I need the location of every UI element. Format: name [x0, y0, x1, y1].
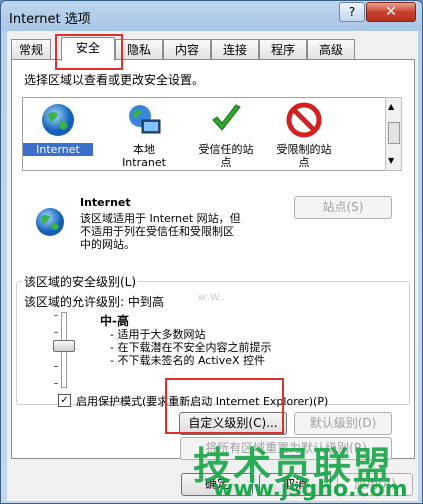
sites-button[interactable]: 站点(S) — [294, 196, 392, 219]
zone-restricted-sites[interactable]: 受限制的站 点 — [269, 102, 339, 169]
slider-tick — [54, 383, 58, 384]
globe-icon — [42, 104, 74, 136]
level-bullet: - 不下载未签名的 ActiveX 控件 — [110, 354, 266, 367]
level-description: - 适用于大多数网站 - 在下载潜在不安全内容之前提示 - 不下载未签名的 Ac… — [110, 328, 271, 367]
selected-zone-title: Internet — [80, 196, 131, 209]
zone-internet[interactable]: Internet — [23, 102, 93, 156]
level-bullet: - 适用于大多数网站 — [110, 328, 206, 341]
tab-advanced[interactable]: 高级 — [307, 39, 355, 60]
allowed-levels: 该区域的允许级别: 中到高 — [24, 295, 164, 309]
zone-label: 本地 Intranet — [122, 143, 166, 169]
help-button[interactable]: ? — [339, 2, 365, 22]
globe-icon — [36, 208, 64, 236]
internet-options-window: Internet 选项 ? ✕ 常规 安全 隐私 内容 连接 程序 高级 选择区… — [0, 0, 423, 504]
tab-content[interactable]: 内容 — [163, 39, 211, 60]
scroll-up-icon[interactable]: ▲ — [388, 102, 394, 111]
window-title: Internet 选项 — [9, 12, 91, 27]
tab-programs[interactable]: 程序 — [259, 39, 307, 60]
level-name: 中-高 — [100, 314, 129, 328]
zone-trusted-sites[interactable]: 受信任的站 点 — [191, 102, 261, 169]
zone-instruction: 选择区域以查看或更改安全设置。 — [24, 73, 205, 87]
level-bullet: - 在下载潜在不安全内容之前提示 — [110, 341, 272, 354]
watermark-url: www.jsgho.com — [213, 477, 408, 502]
description-line: 中的网站。 — [80, 238, 135, 251]
zone-label: Internet — [23, 143, 93, 156]
description-line: 不适用于列在受信任和受限制区 — [80, 225, 234, 238]
close-button[interactable]: ✕ — [366, 2, 416, 22]
protected-mode-checkbox[interactable]: ✓ — [58, 394, 71, 407]
scroll-thumb[interactable] — [388, 122, 400, 144]
restricted-icon — [286, 102, 322, 138]
zone-label: 受信任的站 点 — [198, 143, 254, 169]
checkmark-icon — [212, 104, 241, 131]
intranet-icon — [129, 105, 161, 134]
slider-tick — [54, 332, 58, 333]
slider-tick — [54, 366, 58, 367]
highlight-custom-level — [165, 378, 284, 434]
default-level-button[interactable]: 默认级别(D) — [294, 412, 392, 435]
description-line: 该区域适用于 Internet 网站，但 — [80, 212, 241, 225]
security-level-label: 该区域的安全级别(L) — [22, 273, 139, 290]
scroll-down-icon[interactable]: ▼ — [388, 156, 394, 165]
zone-description: 该区域适用于 Internet 网站，但 不适用于列在受信任和受限制区 中的网站… — [80, 212, 241, 251]
slider-tick — [54, 315, 58, 316]
watermark-faint: w..W.. — [198, 293, 224, 303]
tab-general[interactable]: 常规 — [11, 39, 51, 60]
zone-label: 受限制的站 点 — [276, 143, 332, 169]
zone-local-intranet[interactable]: 本地 Intranet — [109, 102, 179, 169]
tab-connections[interactable]: 连接 — [211, 39, 259, 60]
zone-list: Internet 本地 Intranet 受信任的站 点 受限制的站 点 — [22, 97, 394, 171]
highlight-security-tab — [55, 34, 123, 70]
security-level-slider-thumb[interactable] — [53, 340, 75, 352]
zone-list-scrollbar[interactable]: ▲ ▼ — [385, 97, 402, 171]
title-bar[interactable]: Internet 选项 ? ✕ — [1, 1, 422, 31]
